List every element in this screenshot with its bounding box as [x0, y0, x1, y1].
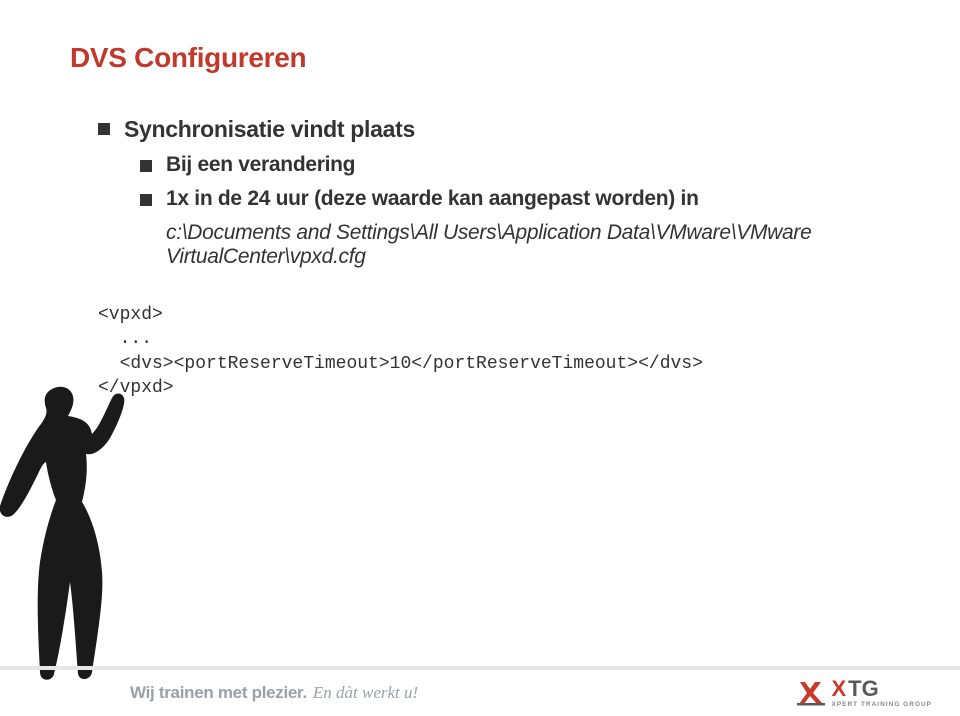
bullets-level2: Bij een verandering 1x in de 24 uur (dez…: [140, 153, 890, 269]
logo-x: X: [831, 678, 846, 700]
slide-content: DVS Configureren Synchronisatie vindt pl…: [0, 0, 960, 400]
logo-text: XTG XPERT TRAINING GROUP: [831, 678, 932, 709]
logo-tg: TG: [848, 678, 879, 700]
list-item: 1x in de 24 uur (deze waarde kan aangepa…: [140, 187, 890, 211]
square-bullet-icon: [98, 123, 110, 135]
list-item: c:\Documents and Settings\All Users\Appl…: [140, 221, 890, 269]
list-item-text: Bij een verandering: [166, 153, 355, 177]
list-item: Synchronisatie vindt plaats: [98, 116, 890, 143]
footer: Wij trainen met plezier. En dàt werkt u!…: [0, 666, 960, 716]
bullets-level1: Synchronisatie vindt plaats Bij een vera…: [98, 116, 890, 269]
list-item-text: c:\Documents and Settings\All Users\Appl…: [166, 221, 890, 269]
tagline-italic: En dàt werkt u!: [313, 683, 418, 703]
slide-title: DVS Configureren: [70, 42, 890, 74]
footer-tagline: Wij trainen met plezier. En dàt werkt u!: [130, 683, 418, 703]
list-item-text: 1x in de 24 uur (deze waarde kan aangepa…: [166, 187, 699, 211]
logo-mark-icon: [797, 680, 825, 706]
list-item-text: Synchronisatie vindt plaats: [124, 116, 415, 143]
list-item: Bij een verandering: [140, 153, 890, 177]
xtg-logo: XTG XPERT TRAINING GROUP: [797, 678, 932, 709]
person-silhouette-icon: [0, 382, 126, 682]
silhouette-figure: [0, 382, 126, 682]
logo-subtitle: XPERT TRAINING GROUP: [831, 702, 932, 709]
square-bullet-icon: [140, 160, 152, 172]
code-block: <vpxd> ... <dvs><portReserveTimeout>10</…: [98, 303, 890, 400]
logo-main: XTG: [831, 678, 932, 700]
slide: DVS Configureren Synchronisatie vindt pl…: [0, 0, 960, 716]
tagline-bold: Wij trainen met plezier.: [130, 683, 307, 703]
square-bullet-icon: [140, 194, 152, 206]
